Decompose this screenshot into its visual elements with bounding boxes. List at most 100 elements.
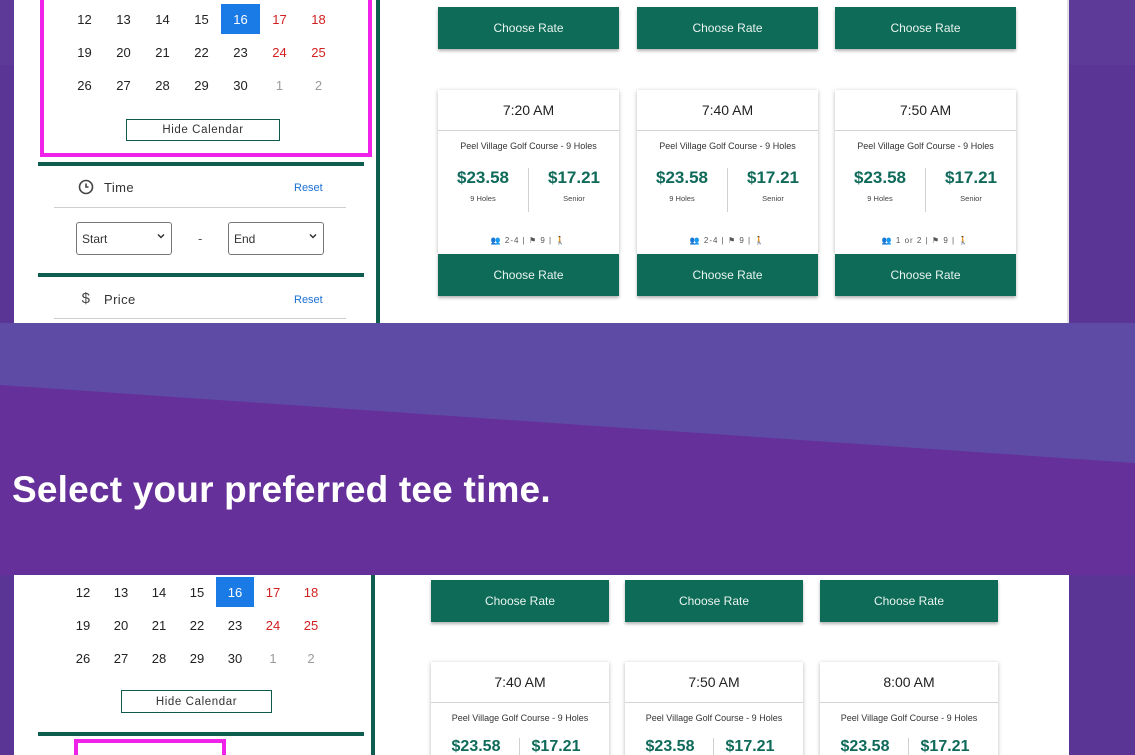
filter-divider — [38, 732, 364, 736]
time-filter-label: Time — [104, 179, 135, 195]
course-name: Peel Village Golf Course - 9 Holes — [659, 141, 796, 151]
filter-rule — [54, 318, 346, 319]
calendar-day[interactable]: 29 — [178, 643, 216, 673]
flag-icon: ⚑ — [931, 236, 941, 245]
players-icon: 👥 — [490, 236, 502, 245]
start-time-value: Start — [82, 231, 108, 246]
calendar-day[interactable]: 24 — [260, 37, 299, 67]
calendar-day[interactable]: 12 — [65, 4, 104, 34]
players-count: 2-4 — [703, 236, 719, 245]
time-reset-link[interactable]: Reset — [294, 182, 323, 194]
calendar-day[interactable]: 27 — [104, 70, 143, 100]
tee-time-screenshot-top: 12 13 14 15 16 17 18 19 20 21 22 23 24 2… — [14, 0, 1069, 323]
calendar-day[interactable]: 20 — [104, 37, 143, 67]
calendar-day[interactable]: 1 — [260, 70, 299, 100]
calendar-day[interactable]: 26 — [65, 70, 104, 100]
calendar-day[interactable]: 18 — [292, 577, 330, 607]
rate-label: Senior — [960, 194, 982, 203]
players-icon: 👥 — [689, 236, 701, 245]
calendar-day[interactable]: 30 — [221, 70, 260, 100]
calendar-day[interactable]: 17 — [254, 577, 292, 607]
tee-time: 7:40 AM — [701, 102, 754, 118]
rate-price: $17.21 — [531, 738, 581, 755]
calendar-day[interactable]: 18 — [299, 4, 338, 34]
calendar-day[interactable]: 12 — [64, 577, 102, 607]
start-time-select[interactable]: Start — [76, 222, 172, 255]
calendar-day[interactable]: 15 — [178, 577, 216, 607]
calendar-day[interactable]: 27 — [102, 643, 140, 673]
tee-time: 7:50 AM — [899, 102, 952, 118]
choose-rate-button[interactable]: Choose Rate — [637, 254, 818, 296]
price-reset-link[interactable]: Reset — [294, 294, 323, 306]
calendar-day-selected[interactable]: 16 — [221, 4, 260, 34]
calendar-day[interactable]: 21 — [140, 610, 178, 640]
calendar-week-row: 19 20 21 22 23 24 25 — [65, 37, 338, 67]
hide-calendar-button[interactable]: Hide Calendar — [121, 690, 272, 713]
choose-rate-button[interactable]: Choose Rate — [431, 580, 609, 622]
walking-icon: 🚶 — [754, 236, 766, 245]
calendar-day[interactable]: 1 — [254, 643, 292, 673]
calendar-day[interactable]: 20 — [102, 610, 140, 640]
calendar-day[interactable]: 28 — [140, 643, 178, 673]
calendar-day[interactable]: 23 — [216, 610, 254, 640]
filter-rule — [54, 207, 346, 208]
choose-rate-button[interactable]: Choose Rate — [438, 7, 619, 49]
calendar-day[interactable]: 25 — [299, 37, 338, 67]
calendar-day[interactable]: 19 — [64, 610, 102, 640]
choose-rate-button[interactable]: Choose Rate — [438, 254, 619, 296]
choose-rate-button[interactable]: Choose Rate — [637, 7, 818, 49]
calendar-day[interactable]: 15 — [182, 4, 221, 34]
rate-card: 7:40 AM Peel Village Golf Course - 9 Hol… — [637, 90, 818, 254]
choose-rate-button[interactable]: Choose Rate — [625, 580, 803, 622]
rate-label: 9 Holes — [470, 194, 496, 203]
calendar-day[interactable]: 17 — [260, 4, 299, 34]
hide-calendar-button[interactable]: Hide Calendar — [126, 119, 280, 141]
card-divider — [625, 702, 803, 703]
card-divider — [431, 702, 609, 703]
tee-time: 8:00 AM — [883, 674, 935, 690]
calendar-day[interactable]: 25 — [292, 610, 330, 640]
holes-count: 9 — [540, 236, 546, 245]
course-name: Peel Village Golf Course - 9 Holes — [451, 713, 589, 723]
calendar-day[interactable]: 28 — [143, 70, 182, 100]
rate-price: $17.21 — [725, 738, 775, 755]
calendar-week-row: 12 13 14 15 16 17 18 — [65, 4, 338, 34]
calendar-day[interactable]: 21 — [143, 37, 182, 67]
card-meta: 👥 1 or 2 | ⚑ 9 | 🚶 — [881, 236, 970, 245]
calendar-day[interactable]: 2 — [299, 70, 338, 100]
rate-price: $23.58 — [451, 738, 501, 755]
calendar-day[interactable]: 2 — [292, 643, 330, 673]
flag-icon: ⚑ — [528, 236, 538, 245]
sidebar-divider — [376, 0, 380, 323]
purple-banner: Select your preferred tee time. — [0, 323, 1135, 575]
card-meta: 👥 2-4 | ⚑ 9 | 🚶 — [689, 236, 766, 245]
choose-rate-button[interactable]: Choose Rate — [835, 254, 1016, 296]
rate-card: 7:50 AM Peel Village Golf Course - 9 Hol… — [835, 90, 1016, 254]
calendar-day[interactable]: 22 — [178, 610, 216, 640]
calendar-day[interactable]: 23 — [221, 37, 260, 67]
calendar-day[interactable]: 19 — [65, 37, 104, 67]
calendar-day[interactable]: 13 — [102, 577, 140, 607]
tee-time: 7:20 AM — [502, 102, 555, 118]
course-name: Peel Village Golf Course - 9 Holes — [840, 713, 978, 723]
time-filter-header: Time — [78, 179, 134, 195]
players-icon: 👥 — [881, 236, 893, 245]
rate-price: $17.21 — [747, 168, 799, 187]
calendar-day-selected[interactable]: 16 — [216, 577, 254, 607]
calendar-day[interactable]: 13 — [104, 4, 143, 34]
walking-icon: 🚶 — [555, 236, 567, 245]
range-dash: - — [198, 231, 203, 246]
choose-rate-button[interactable]: Choose Rate — [820, 580, 998, 622]
end-time-select[interactable]: End — [228, 222, 324, 255]
content-edge — [1067, 0, 1069, 323]
choose-rate-button[interactable]: Choose Rate — [835, 7, 1016, 49]
calendar-day[interactable]: 22 — [182, 37, 221, 67]
calendar-day[interactable]: 14 — [143, 4, 182, 34]
calendar-day[interactable]: 29 — [182, 70, 221, 100]
calendar-day[interactable]: 26 — [64, 643, 102, 673]
calendar-day[interactable]: 30 — [216, 643, 254, 673]
calendar-day[interactable]: 24 — [254, 610, 292, 640]
calendar-week-row: 26 27 28 29 30 1 2 — [64, 643, 330, 673]
holes-count: 9 — [943, 236, 949, 245]
calendar-day[interactable]: 14 — [140, 577, 178, 607]
